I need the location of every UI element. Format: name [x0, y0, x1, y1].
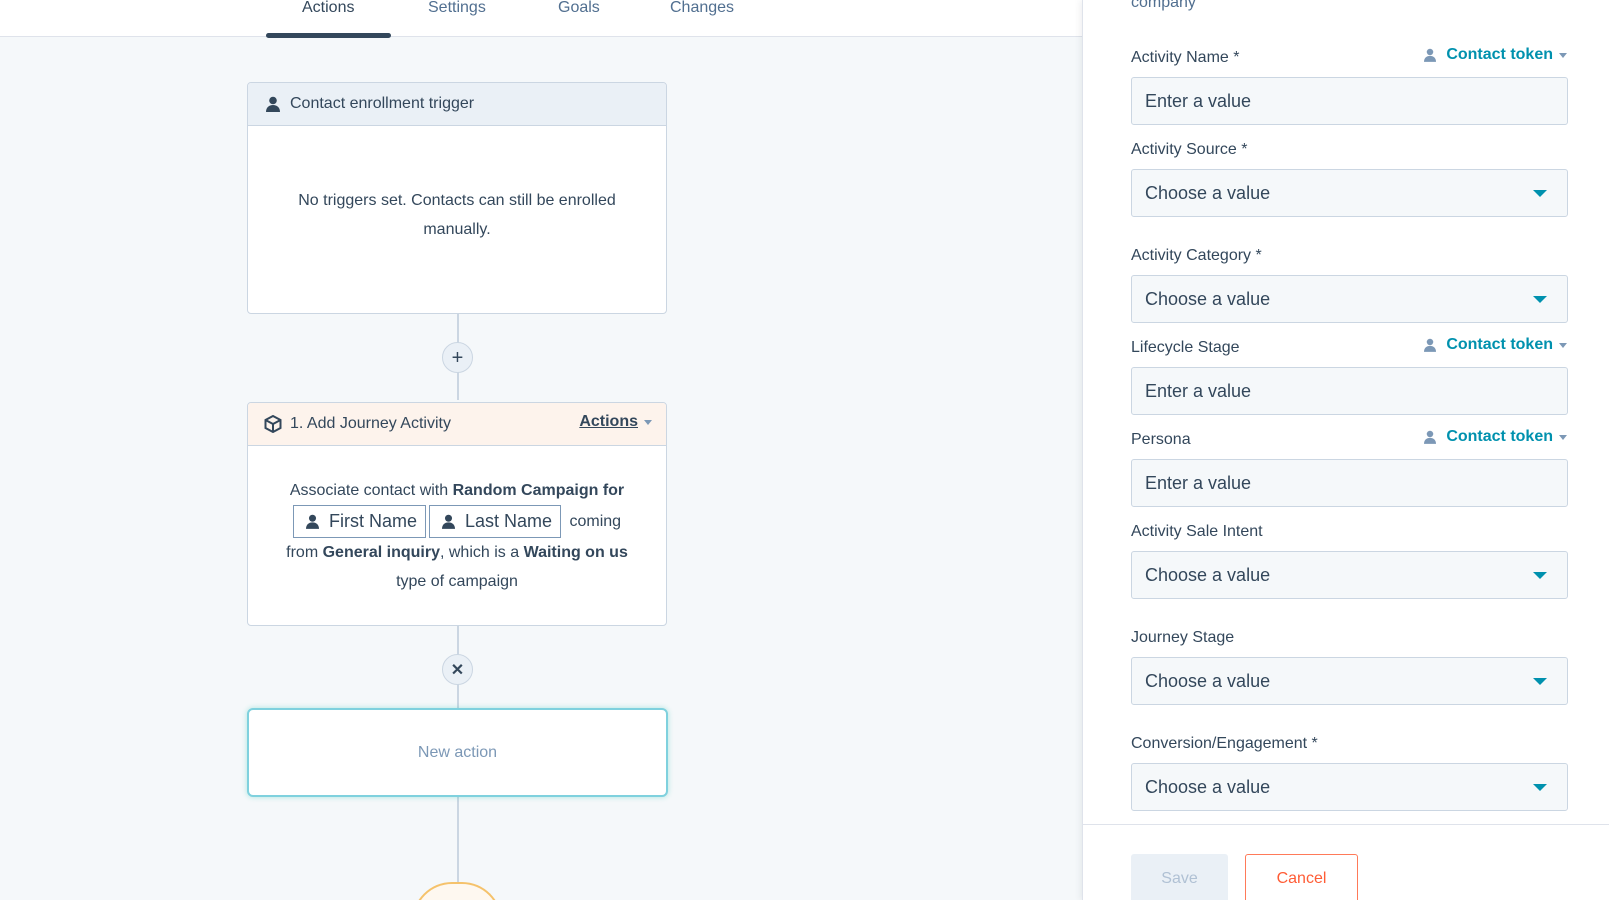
cube-icon: [264, 415, 282, 433]
cancel-button[interactable]: Cancel: [1245, 854, 1358, 900]
journey-activity-card[interactable]: 1. Add Journey Activity Actions Associat…: [247, 402, 667, 626]
trigger-card-title: Contact enrollment trigger: [290, 95, 475, 112]
person-icon: [305, 514, 319, 529]
enrollment-trigger-card[interactable]: Contact enrollment trigger No triggers s…: [247, 82, 667, 314]
tab-bar: Actions Settings Goals Changes: [0, 0, 1082, 38]
tab-settings[interactable]: Settings: [428, 0, 486, 37]
caret-down-icon: [1559, 342, 1567, 348]
label-journey-stage: Journey Stage: [1131, 629, 1235, 646]
dropdown-arrow-icon: [1533, 784, 1547, 791]
campaign-type: Waiting on us: [523, 544, 628, 561]
person-icon: [264, 95, 282, 113]
action-card-header: 1. Add Journey Activity Actions: [248, 403, 666, 446]
activity-sale-intent-select[interactable]: Choose a value: [1131, 551, 1568, 599]
activity-name-input[interactable]: Enter a value: [1131, 77, 1568, 125]
action-config-panel: company Activity Name * Contact token En…: [1082, 0, 1609, 900]
source-name: General inquiry: [322, 544, 440, 561]
caret-down-icon: [644, 419, 652, 425]
tab-changes[interactable]: Changes: [670, 0, 734, 37]
active-tab-indicator: [266, 33, 391, 38]
label-activity-category: Activity Category *: [1131, 247, 1262, 264]
label-activity-sale-intent: Activity Sale Intent: [1131, 523, 1263, 540]
dropdown-arrow-icon: [1533, 296, 1547, 303]
panel-footer: Save Cancel: [1083, 824, 1609, 900]
label-activity-source: Activity Source *: [1131, 141, 1248, 158]
end-node: [412, 882, 502, 900]
dropdown-arrow-icon: [1533, 678, 1547, 685]
new-action-label: New action: [417, 743, 498, 761]
close-icon: ✕: [450, 661, 465, 679]
trigger-card-body: No triggers set. Contacts can still be e…: [248, 126, 666, 244]
person-icon: [1424, 338, 1437, 352]
campaign-name: Random Campaign for: [452, 482, 625, 499]
contact-token-lifecycle-stage[interactable]: Contact token: [1424, 336, 1567, 354]
conversion-engagement-select[interactable]: Choose a value: [1131, 763, 1568, 811]
add-action-button[interactable]: +: [442, 342, 473, 373]
caret-down-icon: [1559, 52, 1567, 58]
lifecycle-stage-input[interactable]: Enter a value: [1131, 367, 1568, 415]
token-first-name-label: First Name: [328, 511, 417, 531]
contact-token-persona[interactable]: Contact token: [1424, 428, 1567, 446]
text-which: , which is a: [439, 544, 524, 561]
label-activity-name: Activity Name *: [1131, 49, 1240, 66]
action-card-title: 1. Add Journey Activity: [290, 415, 451, 432]
persona-input[interactable]: Enter a value: [1131, 459, 1568, 507]
connector-line: [457, 797, 459, 887]
activity-category-select[interactable]: Choose a value: [1131, 275, 1568, 323]
label-persona: Persona: [1131, 431, 1191, 448]
action-card-body: Associate contact with Random Campaign f…: [248, 446, 666, 596]
person-icon: [441, 514, 455, 529]
token-first-name: First Name: [292, 505, 426, 538]
plus-icon: +: [451, 346, 464, 369]
label-lifecycle-stage: Lifecycle Stage: [1131, 339, 1240, 356]
new-action-card[interactable]: New action: [247, 708, 668, 797]
actions-dropdown[interactable]: Actions: [579, 413, 652, 431]
journey-stage-select[interactable]: Choose a value: [1131, 657, 1568, 705]
panel-top-text: company: [1131, 0, 1196, 11]
trigger-card-header: Contact enrollment trigger: [248, 83, 666, 126]
activity-source-select[interactable]: Choose a value: [1131, 169, 1568, 217]
trigger-message-line1: No triggers set. Contacts can still be e…: [298, 192, 616, 209]
workflow-canvas: Actions Settings Goals Changes Contact e…: [0, 0, 1082, 900]
save-button[interactable]: Save: [1131, 854, 1228, 900]
contact-token-activity-name[interactable]: Contact token: [1424, 46, 1567, 64]
person-icon: [1424, 430, 1437, 444]
person-icon: [1424, 48, 1437, 62]
token-last-name-label: Last Name: [464, 511, 553, 531]
text-coming: coming: [569, 512, 622, 530]
remove-action-button[interactable]: ✕: [442, 654, 473, 685]
trigger-message-line2: manually.: [423, 221, 491, 238]
tab-actions[interactable]: Actions: [302, 0, 354, 37]
token-last-name: Last Name: [428, 505, 562, 538]
text-associate: Associate contact with: [289, 482, 453, 499]
tab-goals[interactable]: Goals: [558, 0, 600, 37]
text-from: from: [286, 544, 323, 561]
actions-dropdown-label: Actions: [579, 413, 638, 430]
dropdown-arrow-icon: [1533, 190, 1547, 197]
dropdown-arrow-icon: [1533, 572, 1547, 579]
label-conversion-engagement: Conversion/Engagement *: [1131, 735, 1318, 752]
text-type: type of campaign: [396, 573, 518, 590]
caret-down-icon: [1559, 434, 1567, 440]
